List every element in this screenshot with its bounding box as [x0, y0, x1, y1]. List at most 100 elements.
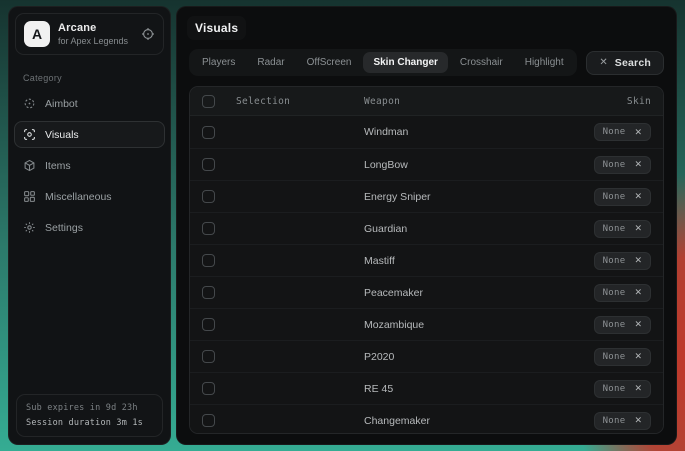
aimbot-crosshair-icon	[23, 97, 36, 110]
category-label: Category	[23, 73, 156, 83]
clear-skin-icon[interactable]: ✕	[634, 416, 642, 425]
target-icon[interactable]	[141, 27, 155, 41]
session-duration-text: Session duration 3m 1s	[26, 418, 153, 428]
clear-skin-icon[interactable]: ✕	[634, 384, 642, 393]
tab-players[interactable]: Players	[192, 52, 245, 73]
skin-badge[interactable]: None ✕	[594, 220, 651, 238]
weapon-name: Guardian	[364, 223, 555, 235]
row-checkbox[interactable]	[202, 286, 215, 299]
sidebar-item-settings[interactable]: Settings	[14, 214, 165, 241]
sidebar-item-miscellaneous[interactable]: Miscellaneous	[14, 183, 165, 210]
sidebar-item-items[interactable]: Items	[14, 152, 165, 179]
skin-value: None	[603, 320, 626, 330]
skin-value: None	[603, 192, 626, 202]
skin-value: None	[603, 127, 626, 137]
clear-skin-icon[interactable]: ✕	[634, 224, 642, 233]
skin-badge[interactable]: None ✕	[594, 284, 651, 302]
app-subtitle: for Apex Legends	[58, 36, 133, 46]
sidebar-item-label: Miscellaneous	[45, 191, 112, 203]
row-checkbox[interactable]	[202, 222, 215, 235]
skin-badge[interactable]: None ✕	[594, 348, 651, 366]
row-checkbox[interactable]	[202, 254, 215, 267]
sidebar-item-aimbot[interactable]: Aimbot	[14, 90, 165, 117]
skin-badge[interactable]: None ✕	[594, 380, 651, 398]
table-row: Changemaker None ✕	[190, 404, 663, 434]
table-row: P2020 None ✕	[190, 340, 663, 372]
clear-skin-icon[interactable]: ✕	[634, 128, 642, 137]
page-title: Visuals	[187, 16, 246, 40]
select-all-checkbox[interactable]	[202, 95, 215, 108]
table-body: Windman None ✕ LongBow None ✕ Energy Sni…	[190, 116, 663, 434]
app-logo: A	[24, 21, 50, 47]
miscellaneous-grid-icon	[23, 190, 36, 203]
subscription-info: Sub expires in 9d 23h Session duration 3…	[16, 394, 163, 437]
sub-expires-text: Sub expires in 9d 23h	[26, 403, 153, 413]
sidebar-item-label: Aimbot	[45, 98, 78, 110]
tab-offscreen[interactable]: OffScreen	[297, 52, 362, 73]
tab-bar: Players Radar OffScreen Skin Changer Cro…	[189, 49, 577, 76]
weapon-name: Peacemaker	[364, 287, 555, 299]
tab-highlight[interactable]: Highlight	[515, 52, 574, 73]
skin-badge[interactable]: None ✕	[594, 316, 651, 334]
skin-changer-table: Selection Weapon Skin Windman None ✕ Lon…	[189, 86, 664, 434]
table-row: LongBow None ✕	[190, 148, 663, 180]
skin-value: None	[603, 352, 626, 362]
clear-skin-icon[interactable]: ✕	[634, 256, 642, 265]
search-button-label: Search	[615, 57, 651, 69]
arcane-window: A Arcane for Apex Legends Category Aimbo…	[8, 6, 677, 445]
weapon-name: Windman	[364, 126, 555, 138]
clear-skin-icon[interactable]: ✕	[634, 192, 642, 201]
sidebar-item-visuals[interactable]: Visuals	[14, 121, 165, 148]
weapon-name: P2020	[364, 351, 555, 363]
row-checkbox[interactable]	[202, 158, 215, 171]
clear-skin-icon[interactable]: ✕	[634, 160, 642, 169]
tab-skin-changer[interactable]: Skin Changer	[363, 52, 447, 73]
table-row: Guardian None ✕	[190, 212, 663, 244]
skin-badge[interactable]: None ✕	[594, 252, 651, 270]
skin-badge[interactable]: None ✕	[594, 412, 651, 430]
skin-value: None	[603, 384, 626, 394]
row-checkbox[interactable]	[202, 382, 215, 395]
table-row: RE 45 None ✕	[190, 372, 663, 404]
row-checkbox[interactable]	[202, 190, 215, 203]
weapon-name: Changemaker	[364, 415, 555, 427]
sidebar: A Arcane for Apex Legends Category Aimbo…	[8, 6, 171, 445]
weapon-name: RE 45	[364, 383, 555, 395]
settings-gear-icon	[23, 221, 36, 234]
sidebar-item-label: Items	[45, 160, 71, 172]
skin-badge[interactable]: None ✕	[594, 188, 651, 206]
table-row: Windman None ✕	[190, 116, 663, 148]
visuals-eye-icon	[23, 128, 36, 141]
clear-skin-icon[interactable]: ✕	[634, 288, 642, 297]
skin-badge[interactable]: None ✕	[594, 123, 651, 141]
column-header-selection: Selection	[236, 96, 364, 107]
skin-value: None	[603, 288, 626, 298]
skin-value: None	[603, 256, 626, 266]
table-row: Mastiff None ✕	[190, 244, 663, 276]
weapon-name: Mozambique	[364, 319, 555, 331]
column-header-weapon: Weapon	[364, 96, 555, 107]
search-button[interactable]: ✕ Search	[586, 51, 664, 75]
skin-value: None	[603, 224, 626, 234]
skin-value: None	[603, 160, 626, 170]
search-x-icon: ✕	[599, 58, 607, 68]
row-checkbox[interactable]	[202, 350, 215, 363]
tab-radar[interactable]: Radar	[247, 52, 294, 73]
row-checkbox[interactable]	[202, 318, 215, 331]
skin-badge[interactable]: None ✕	[594, 156, 651, 174]
main-panel: Visuals Players Radar OffScreen Skin Cha…	[176, 6, 677, 445]
app-header: A Arcane for Apex Legends	[15, 13, 164, 55]
weapon-name: Energy Sniper	[364, 191, 555, 203]
row-checkbox[interactable]	[202, 126, 215, 139]
toolbar: Players Radar OffScreen Skin Changer Cro…	[177, 47, 676, 76]
clear-skin-icon[interactable]: ✕	[634, 320, 642, 329]
clear-skin-icon[interactable]: ✕	[634, 352, 642, 361]
row-checkbox[interactable]	[202, 414, 215, 427]
sidebar-nav: Aimbot Visuals Items Miscellaneous Setti…	[9, 90, 170, 241]
weapon-name: LongBow	[364, 159, 555, 171]
tab-crosshair[interactable]: Crosshair	[450, 52, 513, 73]
column-header-skin: Skin	[555, 96, 651, 107]
sidebar-item-label: Settings	[45, 222, 83, 234]
table-row: Energy Sniper None ✕	[190, 180, 663, 212]
panel-header: Visuals	[177, 7, 676, 47]
